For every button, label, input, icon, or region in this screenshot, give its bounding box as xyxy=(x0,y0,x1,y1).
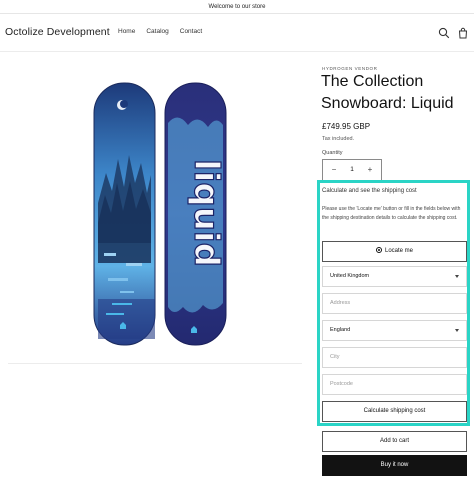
quantity-increase-button[interactable]: + xyxy=(361,160,379,180)
chevron-down-icon xyxy=(455,275,459,278)
nav-catalog[interactable]: Catalog xyxy=(146,28,168,35)
store-brand[interactable]: Octolize Development xyxy=(5,26,110,38)
snowboard-back: liquid xyxy=(164,82,227,346)
snowboard-front xyxy=(93,82,156,346)
search-icon xyxy=(438,27,450,39)
locate-me-label: Locate me xyxy=(384,248,414,254)
search-button[interactable] xyxy=(438,26,450,39)
cart-button[interactable] xyxy=(457,26,469,39)
nav-contact[interactable]: Contact xyxy=(180,28,202,35)
product-price: £749.95 GBP xyxy=(322,122,371,131)
tax-note: Tax included. xyxy=(322,136,355,142)
region-select[interactable]: England xyxy=(322,320,467,341)
address-placeholder: Address xyxy=(330,300,351,306)
shipping-title: Calculate and see the shipping cost xyxy=(322,188,417,194)
nav-home[interactable]: Home xyxy=(118,28,135,35)
city-field[interactable]: City xyxy=(322,347,467,368)
quantity-decrease-button[interactable]: − xyxy=(325,160,343,180)
cart-icon xyxy=(458,27,468,39)
gallery-divider xyxy=(8,363,302,364)
city-placeholder: City xyxy=(330,354,340,360)
country-value: United Kingdom xyxy=(330,273,370,279)
buy-now-button[interactable]: Buy it now xyxy=(322,455,467,476)
crosshair-icon xyxy=(375,247,382,253)
add-to-cart-label: Add to cart xyxy=(379,438,409,444)
svg-text:liquid: liquid xyxy=(186,159,226,267)
quantity-input[interactable]: 1 xyxy=(345,160,359,180)
product-title: The Collection Snowboard: Liquid xyxy=(321,73,454,112)
country-select[interactable]: United Kingdom xyxy=(322,266,467,287)
site-header: Octolize Development Home Catalog Contac… xyxy=(0,14,474,52)
locate-me-button[interactable]: Locate me xyxy=(322,241,467,262)
buy-now-label: Buy it now xyxy=(380,462,409,468)
announcement-bar: Welcome to our store xyxy=(0,0,474,14)
address-field[interactable]: Address xyxy=(322,293,467,314)
announcement-text: Welcome to our store xyxy=(208,4,266,10)
chevron-down-icon xyxy=(455,329,459,332)
quantity-label: Quantity xyxy=(322,150,343,156)
region-value: England xyxy=(330,327,351,333)
shipping-description: Please use the 'Locate me' button or fil… xyxy=(322,206,461,221)
quantity-stepper: − 1 + xyxy=(322,159,382,181)
product-image[interactable]: liquid xyxy=(8,63,302,359)
calculate-shipping-label: Calculate shipping cost xyxy=(363,408,426,414)
main-nav: Home Catalog Contact xyxy=(118,28,202,35)
add-to-cart-button[interactable]: Add to cart xyxy=(322,431,467,452)
postcode-field[interactable]: Postcode xyxy=(322,374,467,395)
calculate-shipping-button[interactable]: Calculate shipping cost xyxy=(322,401,467,422)
postcode-placeholder: Postcode xyxy=(330,381,353,387)
